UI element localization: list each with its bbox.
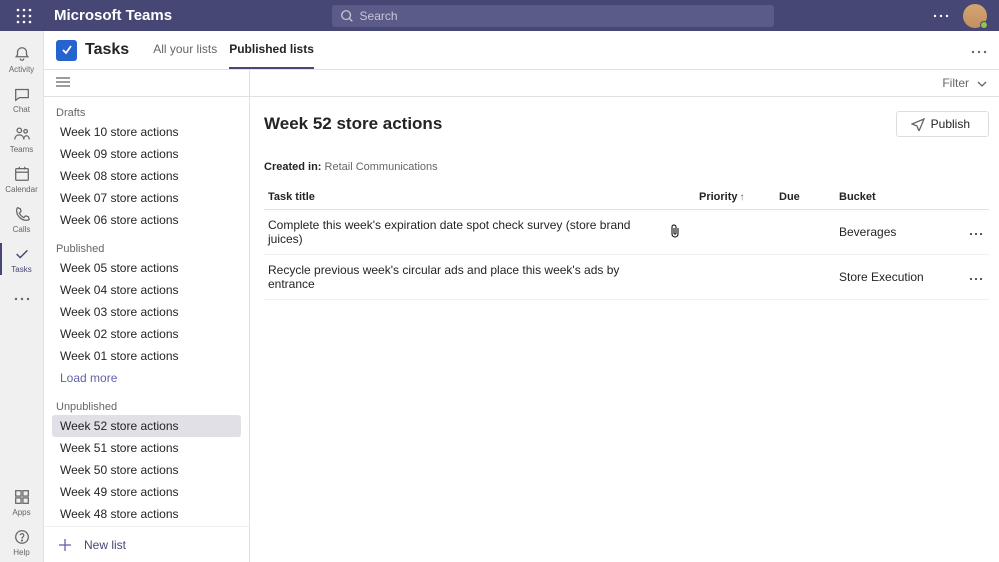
table-row[interactable]: Complete this week's expiration date spo… — [264, 210, 989, 255]
help-icon — [12, 527, 32, 547]
apps-icon — [12, 487, 32, 507]
row-more-icon[interactable] — [965, 255, 989, 300]
header-more-icon[interactable] — [933, 14, 949, 18]
list-item[interactable]: Week 06 store actions — [52, 209, 241, 231]
row-more-icon[interactable] — [965, 210, 989, 255]
plus-icon — [56, 536, 74, 554]
publish-button[interactable]: Publish — [896, 111, 989, 137]
list-item[interactable]: Week 09 store actions — [52, 143, 241, 165]
list-item[interactable]: Week 51 store actions — [52, 437, 241, 459]
section-published: Published — [52, 239, 241, 257]
list-item[interactable]: Week 52 store actions — [52, 415, 241, 437]
send-icon — [911, 117, 925, 131]
chat-icon — [12, 84, 32, 104]
content-title: Tasks — [85, 41, 129, 59]
list-item[interactable]: Week 10 store actions — [52, 121, 241, 143]
avatar[interactable] — [963, 4, 987, 28]
list-item[interactable]: Week 03 store actions — [52, 301, 241, 323]
rail-apps[interactable]: Apps — [0, 482, 44, 522]
rail-chat[interactable]: Chat — [0, 79, 44, 119]
col-due[interactable]: Due — [775, 185, 835, 210]
tab-more-icon[interactable] — [971, 41, 987, 59]
attachment-icon — [665, 210, 695, 255]
rail-more[interactable] — [0, 279, 44, 319]
meta-line: Created in: Retail Communications — [264, 161, 989, 173]
presence-badge — [980, 21, 988, 29]
phone-icon — [12, 204, 32, 224]
rail-calls[interactable]: Calls — [0, 199, 44, 239]
tab-published-lists[interactable]: Published lists — [229, 31, 314, 69]
calendar-icon — [12, 164, 32, 184]
bell-icon — [12, 44, 32, 64]
tasks-app-tile — [56, 40, 77, 61]
rail-tasks[interactable]: Tasks — [0, 239, 44, 279]
waffle-icon[interactable] — [12, 4, 36, 28]
hamburger-icon[interactable] — [56, 74, 70, 92]
col-priority[interactable]: Priority↑ — [695, 185, 775, 210]
list-item[interactable]: Week 05 store actions — [52, 257, 241, 279]
list-item[interactable]: Week 02 store actions — [52, 323, 241, 345]
new-list-button[interactable]: New list — [44, 526, 249, 562]
col-title[interactable]: Task title — [264, 185, 665, 210]
chevron-down-icon[interactable] — [977, 74, 987, 92]
section-unpublished: Unpublished — [52, 397, 241, 415]
sort-asc-icon: ↑ — [740, 192, 745, 203]
section-drafts: Drafts — [52, 103, 241, 121]
table-row[interactable]: Recycle previous week's circular ads and… — [264, 255, 989, 300]
load-more-published[interactable]: Load more — [52, 367, 241, 389]
more-icon — [12, 289, 32, 309]
rail-activity[interactable]: Activity — [0, 39, 44, 79]
search-input[interactable]: Search — [332, 5, 774, 27]
list-item[interactable]: Week 50 store actions — [52, 459, 241, 481]
col-bucket[interactable]: Bucket — [835, 185, 965, 210]
list-item[interactable]: Week 48 store actions — [52, 503, 241, 525]
rail-calendar[interactable]: Calendar — [0, 159, 44, 199]
rail-help[interactable]: Help — [0, 522, 44, 562]
app-title: Microsoft Teams — [54, 7, 172, 24]
list-item[interactable]: Week 49 store actions — [52, 481, 241, 503]
list-item[interactable]: Week 07 store actions — [52, 187, 241, 209]
rail-teams[interactable]: Teams — [0, 119, 44, 159]
filter-button[interactable]: Filter — [942, 76, 969, 90]
page-title: Week 52 store actions — [264, 114, 442, 134]
check-icon — [61, 44, 73, 56]
search-icon — [340, 9, 354, 23]
tasks-icon — [12, 244, 32, 264]
tab-all-lists[interactable]: All your lists — [153, 31, 217, 69]
list-item[interactable]: Week 04 store actions — [52, 279, 241, 301]
list-item[interactable]: Week 08 store actions — [52, 165, 241, 187]
teams-icon — [12, 124, 32, 144]
list-item[interactable]: Week 01 store actions — [52, 345, 241, 367]
